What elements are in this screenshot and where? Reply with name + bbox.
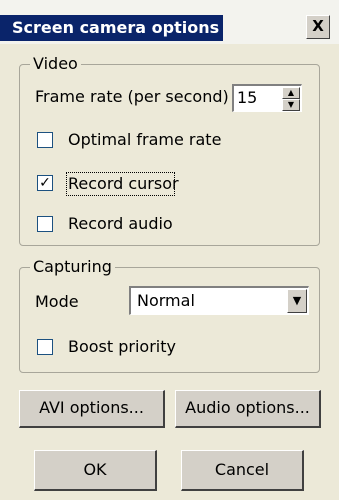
record-audio-label[interactable]: Record audio [68, 214, 173, 234]
record-cursor-label[interactable]: Record cursor [68, 174, 179, 194]
cancel-button[interactable]: Cancel [181, 450, 304, 491]
spin-down-icon[interactable]: ▼ [282, 99, 300, 111]
record-audio-checkbox[interactable] [37, 216, 53, 232]
capturing-group: Capturing [19, 257, 320, 373]
video-group-label: Video [30, 54, 81, 74]
ok-button-label: OK [83, 460, 107, 479]
mode-select[interactable]: Normal ▼ [129, 286, 309, 315]
boost-priority-checkbox[interactable] [37, 339, 53, 355]
capturing-group-label: Capturing [30, 257, 115, 277]
title-bar[interactable]: Screen camera options X [0, 0, 339, 44]
frame-rate-spinner[interactable]: 15 ▲ ▼ [232, 84, 302, 112]
audio-options-button[interactable]: Audio options... [175, 390, 321, 428]
chevron-down-icon[interactable]: ▼ [287, 289, 307, 313]
frame-rate-value[interactable]: 15 [237, 88, 257, 108]
mode-label: Mode [35, 292, 79, 311]
cancel-button-label: Cancel [214, 460, 270, 479]
spin-buttons: ▲ ▼ [282, 87, 300, 111]
ok-button[interactable]: OK [34, 450, 157, 491]
mode-value: Normal [137, 291, 195, 310]
optimal-frame-rate-checkbox[interactable] [37, 132, 53, 148]
spin-up-icon[interactable]: ▲ [282, 87, 300, 99]
frame-rate-label: Frame rate (per second) [35, 87, 229, 106]
window-title: Screen camera options [6, 15, 224, 41]
record-cursor-checkbox[interactable]: ✓ [37, 175, 53, 191]
boost-priority-label[interactable]: Boost priority [68, 337, 176, 357]
optimal-frame-rate-label[interactable]: Optimal frame rate [68, 130, 221, 150]
avi-options-button[interactable]: AVI options... [19, 390, 165, 428]
close-button[interactable]: X [306, 15, 330, 39]
